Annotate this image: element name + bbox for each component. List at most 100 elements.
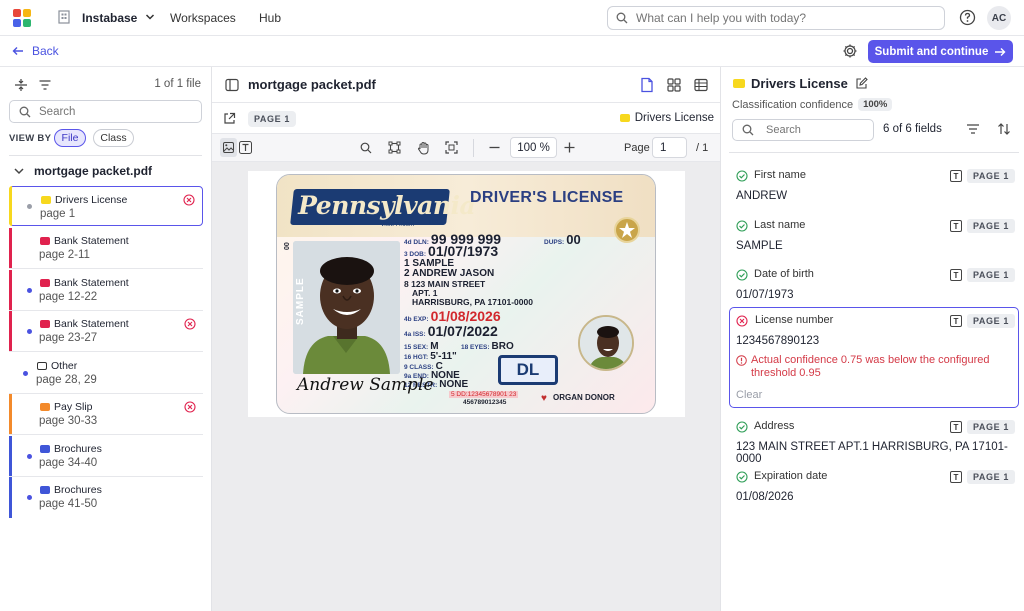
doc-pages: page 1	[40, 208, 76, 220]
card-website: visitPA.com	[381, 221, 415, 228]
user-avatar[interactable]: AC	[987, 6, 1011, 30]
fit-screen-icon[interactable]	[445, 141, 458, 154]
action-bar: Back Submit and continue	[0, 36, 1024, 67]
page-number-field[interactable]: 1	[652, 137, 687, 158]
eyes-value: BRO	[491, 341, 514, 352]
status-dot	[27, 204, 32, 209]
field-date-of-birth[interactable]: Date of birth T PAGE 1 01/07/1973	[729, 263, 1019, 309]
text-mode-icon[interactable]	[239, 141, 252, 154]
page-badge[interactable]: PAGE 1	[967, 219, 1015, 233]
field-label: Address	[754, 420, 795, 432]
page-badge[interactable]: PAGE 1	[967, 169, 1015, 183]
doc-title: Brochures	[54, 484, 102, 496]
doc-item-bank-statement[interactable]: Bank Statement page 23-27	[9, 311, 203, 352]
field-value[interactable]: ANDREW	[736, 190, 787, 202]
page-badge[interactable]: PAGE 1	[967, 470, 1015, 484]
field-value[interactable]: 1234567890123	[736, 335, 819, 347]
doc-pages: page 34-40	[39, 457, 98, 469]
field-expiration-date[interactable]: Expiration date T PAGE 1 01/08/2026	[729, 465, 1019, 511]
doc-item-other[interactable]: Other page 28, 29	[9, 353, 203, 394]
hand-pan-icon[interactable]	[417, 141, 430, 155]
table-view-icon[interactable]	[694, 78, 708, 92]
zoom-level-field[interactable]: 100 %	[510, 137, 557, 158]
chevron-down-icon[interactable]	[145, 12, 155, 22]
workspace-name[interactable]: Instabase	[82, 11, 137, 25]
view-by-file-toggle[interactable]: File	[54, 129, 86, 147]
edit-icon[interactable]	[855, 77, 868, 90]
check-circle-icon	[736, 220, 748, 232]
app-logo[interactable]	[13, 9, 31, 27]
view-by-class-toggle[interactable]: Class	[93, 129, 134, 147]
filter-icon[interactable]	[38, 78, 52, 92]
doc-item-bank-statement[interactable]: Bank Statement page 12-22	[9, 270, 203, 311]
photo-sample-tag: SAMPLE	[295, 277, 306, 325]
field-value[interactable]: 123 MAIN STREET APT.1 HARRISBURG, PA 171…	[736, 441, 1019, 465]
field-license-number[interactable]: License number T PAGE 1 1234567890123 Ac…	[729, 307, 1019, 408]
image-mode-button[interactable]	[220, 138, 237, 157]
field-value[interactable]: 01/08/2026	[736, 491, 794, 503]
error-icon	[184, 318, 196, 330]
field-first-name[interactable]: First name T PAGE 1 ANDREW	[729, 164, 1019, 210]
doc-title: Bank Statement	[54, 318, 129, 330]
file-name: mortgage packet.pdf	[34, 164, 153, 178]
nav-workspaces[interactable]: Workspaces	[170, 11, 236, 25]
filter-icon[interactable]	[966, 123, 980, 135]
nav-hub[interactable]: Hub	[259, 11, 281, 25]
page-badge[interactable]: PAGE 1	[967, 268, 1015, 282]
global-search[interactable]	[607, 6, 945, 30]
search-icon	[742, 124, 754, 136]
confidence-badge: 100%	[858, 98, 893, 111]
doc-item-brochures[interactable]: Brochures page 41-50	[9, 477, 203, 518]
doc-pages: page 23-27	[39, 332, 98, 344]
field-value[interactable]: 01/07/1973	[736, 289, 794, 301]
document-search-input[interactable]	[39, 105, 189, 118]
fields-count: 6 of 6 fields	[883, 123, 942, 135]
dob-label: 3 DOB:	[404, 251, 427, 258]
help-icon[interactable]	[959, 9, 976, 26]
document-page: Pennsylvania visitPA.com USA DRIVER'S LI…	[248, 171, 685, 417]
grid-view-icon[interactable]	[667, 78, 681, 92]
doc-item-drivers-license[interactable]: Drivers License page 1	[9, 186, 203, 226]
back-button[interactable]: Back	[12, 44, 59, 58]
state-name: Pennsylvania	[298, 191, 476, 220]
submit-continue-button[interactable]: Submit and continue	[868, 40, 1013, 63]
sidebar-toggle-icon[interactable]	[225, 78, 239, 92]
clear-button[interactable]: Clear	[736, 389, 762, 401]
state-banner: Pennsylvania	[290, 189, 475, 225]
tag-icon	[41, 196, 51, 204]
page-badge[interactable]: PAGE 1	[967, 420, 1015, 434]
doc-item-bank-statement[interactable]: Bank Statement page 2-11	[9, 228, 203, 269]
portrait-photo	[293, 241, 400, 374]
submit-label: Submit and continue	[874, 45, 989, 58]
card-side-number: 00	[284, 242, 291, 250]
external-link-icon[interactable]	[223, 112, 236, 125]
gear-icon[interactable]	[842, 43, 858, 59]
validation-error: Actual confidence 0.75 was below the con…	[751, 354, 990, 379]
page-badge[interactable]: PAGE 1	[967, 314, 1015, 328]
field-search[interactable]	[732, 119, 874, 141]
global-search-input[interactable]	[636, 11, 926, 25]
split-icon[interactable]	[14, 78, 28, 92]
viewer-header: mortgage packet.pdf	[212, 67, 720, 103]
crop-icon[interactable]	[388, 141, 401, 154]
doc-item-pay-slip[interactable]: Pay Slip page 30-33	[9, 394, 203, 435]
tag-icon	[40, 403, 50, 411]
doc-pages: page 28, 29	[36, 374, 97, 386]
search-icon	[616, 12, 628, 24]
field-value[interactable]: SAMPLE	[736, 240, 783, 252]
document-search[interactable]	[9, 100, 202, 123]
zoom-out-icon[interactable]	[489, 146, 500, 149]
zoom-search-icon[interactable]	[360, 142, 372, 154]
zoom-in-icon[interactable]	[564, 142, 575, 153]
sort-icon[interactable]	[997, 122, 1011, 136]
field-search-input[interactable]	[766, 124, 866, 136]
status-dot	[27, 288, 32, 293]
field-address[interactable]: Address T PAGE 1 123 MAIN STREET APT.1 H…	[729, 415, 1019, 465]
file-tree-header[interactable]: mortgage packet.pdf	[14, 164, 152, 178]
field-last-name[interactable]: Last name T PAGE 1 SAMPLE	[729, 214, 1019, 260]
left-toolbar	[14, 78, 52, 92]
doc-item-brochures[interactable]: Brochures page 34-40	[9, 436, 203, 477]
document-view-icon[interactable]	[640, 77, 654, 93]
doc-title: Bank Statement	[54, 235, 129, 247]
doc-pages: page 30-33	[39, 415, 98, 427]
